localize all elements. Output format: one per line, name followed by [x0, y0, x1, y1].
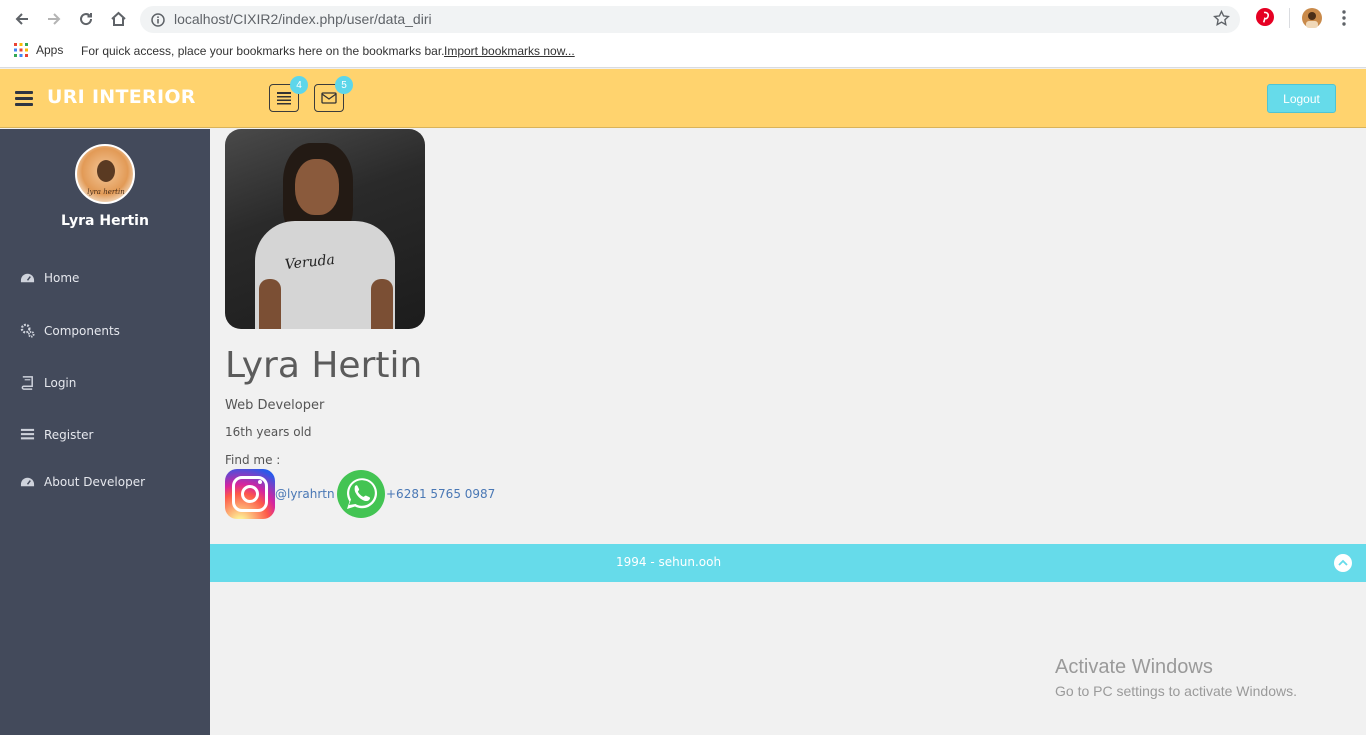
dashboard-icon	[20, 477, 35, 487]
bookmarks-bar: Apps For quick access, place your bookma…	[0, 38, 1366, 66]
url-text: localhost/CIXIR2/index.php/user/data_dir…	[174, 11, 432, 27]
envelope-icon	[321, 92, 337, 104]
instagram-icon[interactable]	[225, 469, 275, 519]
toolbar-divider	[1289, 8, 1290, 28]
avatar: lyra hertin	[75, 144, 135, 204]
star-icon[interactable]	[1213, 9, 1230, 31]
windows-activation-watermark: Activate Windows Go to PC settings to ac…	[1055, 656, 1297, 699]
arrow-left-icon	[15, 13, 28, 25]
mail-button[interactable]: 5	[314, 76, 353, 112]
sidebar-item-register[interactable]: Register	[20, 427, 93, 442]
logout-button[interactable]: Logout	[1267, 84, 1336, 113]
footer-text: 1994 - sehun.ooh	[616, 555, 722, 569]
scroll-top-button[interactable]	[1334, 554, 1352, 572]
tasks-list-icon	[277, 92, 291, 105]
sidebar-item-about-developer[interactable]: About Developer	[20, 474, 145, 489]
profile-name: Lyra Hertin	[225, 345, 423, 386]
cogs-icon	[20, 323, 35, 338]
sidebar-item-label: Register	[44, 427, 94, 442]
info-icon[interactable]	[151, 12, 165, 31]
tasks-button[interactable]: 4	[269, 76, 308, 112]
browser-chrome: localhost/CIXIR2/index.php/user/data_dir…	[0, 0, 1366, 68]
footer: 1994 - sehun.ooh	[210, 544, 1366, 582]
app-header: URI INTERIOR 4 5 Logout	[0, 69, 1366, 128]
apps-label: Apps	[36, 43, 64, 57]
brand-title[interactable]: URI INTERIOR	[47, 86, 196, 108]
profile-age: 16th years old	[225, 425, 312, 439]
apps-grid-icon	[14, 43, 28, 57]
browser-toolbar: localhost/CIXIR2/index.php/user/data_dir…	[0, 0, 1366, 38]
home-icon	[110, 11, 126, 26]
profile-role: Web Developer	[225, 398, 325, 413]
apps-shortcut[interactable]: Apps	[14, 43, 63, 57]
sidebar-item-label: About Developer	[44, 474, 146, 489]
address-bar[interactable]: localhost/CIXIR2/index.php/user/data_dir…	[140, 6, 1240, 33]
profile-avatar-icon[interactable]	[1302, 8, 1322, 32]
instagram-link[interactable]: @lyrahrtn	[275, 487, 335, 501]
sidebar-item-label: Login	[44, 375, 77, 390]
back-button[interactable]	[6, 3, 38, 35]
pinterest-icon[interactable]	[1256, 8, 1274, 30]
watermark-title: Activate Windows	[1055, 656, 1213, 678]
profile-photo: Veruda	[225, 129, 425, 329]
whatsapp-icon[interactable]	[336, 469, 386, 519]
mail-badge: 5	[335, 76, 353, 94]
sidebar-item-components[interactable]: Components	[20, 323, 120, 338]
home-button[interactable]	[102, 3, 134, 35]
more-vert-icon[interactable]	[1337, 10, 1351, 30]
tasks-badge: 4	[290, 76, 308, 94]
dashboard-icon	[20, 273, 35, 283]
book-icon	[21, 376, 33, 390]
sidebar-item-label: Components	[44, 323, 120, 338]
sidebar-item-login[interactable]: Login	[20, 375, 76, 390]
sidebar-item-home[interactable]: Home	[20, 270, 79, 285]
sidebar-user-name: Lyra Hertin	[61, 213, 149, 229]
bookmarks-hint: For quick access, place your bookmarks h…	[81, 44, 445, 58]
import-bookmarks-link[interactable]: Import bookmarks now...	[444, 44, 575, 58]
sidebar-item-label: Home	[44, 270, 80, 285]
arrow-right-icon	[48, 13, 61, 25]
sidebar: lyra hertin Lyra Hertin Home Components …	[0, 129, 210, 735]
reload-button[interactable]	[70, 3, 102, 35]
find-me-label: Find me :	[225, 453, 281, 467]
forward-button[interactable]	[38, 3, 70, 35]
menu-toggle-icon[interactable]	[15, 91, 33, 106]
reload-icon	[80, 13, 93, 26]
watermark-subtitle: Go to PC settings to activate Windows.	[1055, 683, 1297, 699]
main-content: Veruda Lyra Hertin Web Developer 16th ye…	[210, 129, 1366, 735]
chevron-up-icon	[1338, 559, 1348, 566]
avatar-caption: lyra hertin	[87, 188, 125, 196]
list-icon	[20, 428, 35, 440]
whatsapp-link[interactable]: +6281 5765 0987	[386, 487, 495, 501]
